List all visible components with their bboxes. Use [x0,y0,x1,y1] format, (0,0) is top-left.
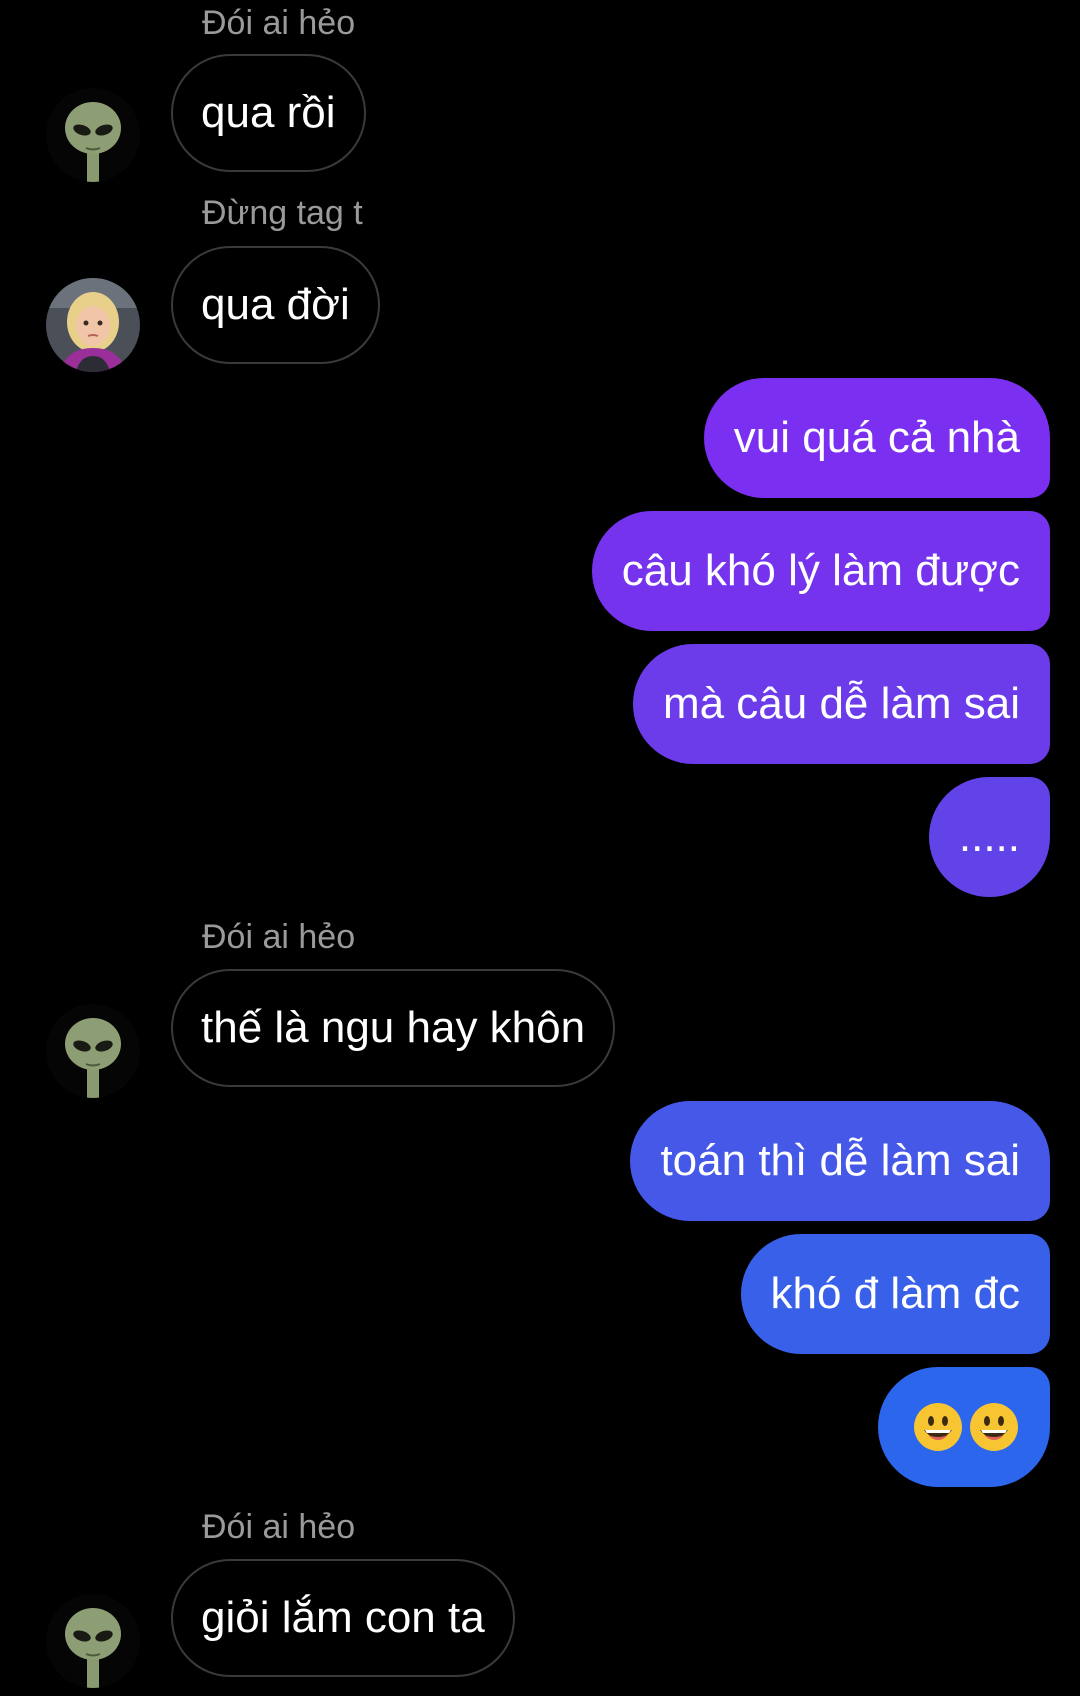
sender-name: Đói ai hẻo [202,4,356,42]
grinning-face-icon [912,1401,964,1453]
sender-name: Đói ai hẻo [202,1508,356,1546]
message-bubble[interactable]: qua đời [171,246,380,364]
message-text: qua rồi [201,88,336,137]
message-text: câu khó lý làm được [621,546,1020,595]
sender-name: Đói ai hẻo [202,918,356,956]
alien-avatar[interactable] [46,1004,140,1098]
message-bubble[interactable]: giỏi lắm con ta [171,1559,515,1677]
alien-avatar[interactable] [46,88,140,182]
message-bubble-outgoing[interactable]: toán thì dễ làm sai [630,1101,1050,1221]
message-bubble[interactable]: thế là ngu hay khôn [171,969,616,1087]
alien-avatar[interactable] [46,1594,140,1688]
sender-name: Đừng tag t [202,194,363,232]
grinning-face-icon [968,1401,1020,1453]
message-bubble-outgoing[interactable]: khó đ làm đc [740,1234,1050,1354]
message-text: thế là ngu hay khôn [201,1003,586,1052]
message-text: ..... [958,812,1020,861]
message-bubble-outgoing[interactable] [878,1367,1050,1487]
girl-avatar[interactable] [46,278,140,372]
message-text: khó đ làm đc [770,1269,1020,1318]
message-text: qua đời [201,280,350,329]
message-text: vui quá cả nhà [733,413,1020,462]
message-bubble-outgoing[interactable]: vui quá cả nhà [703,378,1050,498]
message-bubble[interactable]: qua rồi [171,54,366,172]
message-text: giỏi lắm con ta [201,1593,485,1642]
message-bubble-outgoing[interactable]: câu khó lý làm được [591,511,1050,631]
message-text: toán thì dễ làm sai [660,1136,1020,1185]
message-text: mà câu dễ làm sai [662,679,1020,728]
message-bubble-outgoing[interactable]: ..... [928,777,1050,897]
message-bubble-outgoing[interactable]: mà câu dễ làm sai [632,644,1050,764]
